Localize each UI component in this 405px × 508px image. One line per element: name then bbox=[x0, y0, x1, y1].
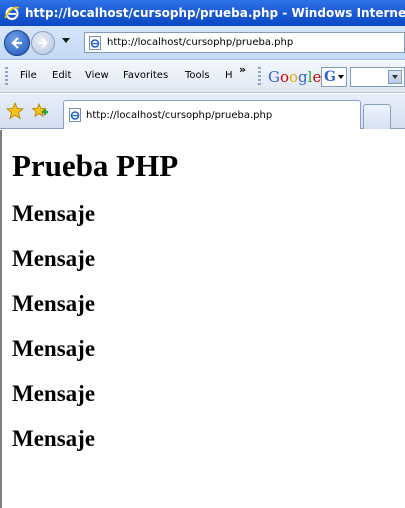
menu-overflow-chevron[interactable]: » bbox=[239, 63, 246, 76]
google-g-icon: G bbox=[324, 69, 336, 85]
search-dropdown-button[interactable] bbox=[388, 70, 402, 84]
menu-help[interactable]: H bbox=[225, 70, 233, 81]
back-button[interactable] bbox=[4, 30, 30, 56]
favorites-star-icon[interactable] bbox=[6, 102, 24, 120]
chevron-down-icon bbox=[392, 75, 398, 79]
message-heading: Mensaje bbox=[12, 291, 96, 316]
google-logo-letter: G bbox=[268, 68, 280, 86]
tab-bar: http://localhost/cursophp/prueba.php bbox=[0, 94, 405, 129]
menu-file[interactable]: File bbox=[20, 70, 37, 81]
chevron-down-icon bbox=[337, 75, 344, 79]
google-logo-letter: o bbox=[279, 68, 290, 86]
google-logo: Google bbox=[268, 68, 321, 86]
navigation-bar: http://localhost/cursophp/prueba.php bbox=[0, 26, 405, 60]
page-ie-icon bbox=[69, 108, 81, 122]
google-logo-letter: g bbox=[298, 68, 308, 86]
google-search-input[interactable] bbox=[350, 67, 405, 87]
forward-button[interactable] bbox=[31, 31, 55, 55]
menu-edit[interactable]: Edit bbox=[52, 70, 71, 81]
page-content: Prueba PHP Mensaje Mensaje Mensaje Mensa… bbox=[0, 130, 405, 508]
tab-label: http://localhost/cursophp/prueba.php bbox=[86, 109, 273, 121]
window-title: http://localhost/cursophp/prueba.php - W… bbox=[25, 6, 405, 20]
address-bar[interactable]: http://localhost/cursophp/prueba.php bbox=[84, 32, 405, 53]
message-heading: Mensaje bbox=[12, 201, 96, 226]
recent-pages-dropdown-icon[interactable] bbox=[62, 38, 70, 43]
address-text: http://localhost/cursophp/prueba.php bbox=[107, 37, 294, 48]
back-arrow-icon bbox=[11, 37, 22, 49]
menu-tools[interactable]: Tools bbox=[185, 70, 210, 81]
message-heading: Mensaje bbox=[12, 381, 96, 406]
menu-view[interactable]: View bbox=[85, 70, 109, 81]
page-heading: Prueba PHP bbox=[12, 148, 179, 183]
toolbar-grip[interactable] bbox=[5, 67, 8, 87]
tab-current-page[interactable]: http://localhost/cursophp/prueba.php bbox=[63, 100, 361, 129]
message-heading: Mensaje bbox=[12, 336, 96, 361]
menu-bar: File Edit View Favorites Tools H » Googl… bbox=[0, 61, 405, 93]
internet-explorer-icon bbox=[4, 6, 20, 20]
page-ie-icon bbox=[89, 35, 101, 50]
add-to-favorites-icon[interactable] bbox=[31, 102, 49, 120]
forward-arrow-icon bbox=[38, 38, 48, 48]
google-search-provider-button[interactable]: G bbox=[321, 67, 347, 87]
message-heading: Mensaje bbox=[12, 426, 96, 451]
window-title-bar[interactable]: http://localhost/cursophp/prueba.php - W… bbox=[0, 0, 405, 26]
new-tab-button[interactable] bbox=[363, 104, 391, 129]
menu-favorites[interactable]: Favorites bbox=[123, 70, 168, 81]
message-heading: Mensaje bbox=[12, 246, 96, 271]
google-logo-letter: o bbox=[289, 68, 299, 86]
toolbar-grip[interactable] bbox=[258, 67, 261, 87]
